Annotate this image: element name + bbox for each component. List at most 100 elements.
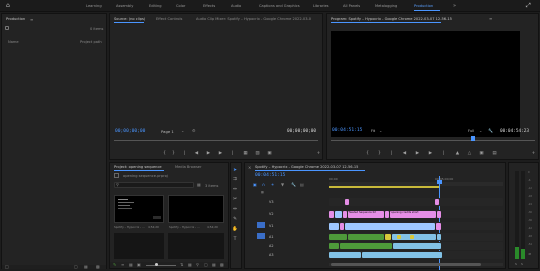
name-column-header[interactable]: Name (8, 40, 19, 44)
trash-icon[interactable]: ▩ (96, 264, 100, 269)
track-label-a1[interactable]: A1 (269, 235, 273, 239)
effect-controls-tab[interactable]: Effect Controls (156, 17, 182, 21)
source-patch-v1[interactable] (257, 222, 265, 228)
track-label-a2[interactable]: A2 (269, 244, 273, 248)
wrench-icon[interactable]: 🔧 (488, 128, 493, 133)
workspace-captions[interactable]: Captions and Graphics (259, 4, 300, 8)
timeline-clip[interactable] (436, 223, 441, 230)
type-tool-icon[interactable]: T (232, 237, 238, 243)
nested-sequence-clip[interactable]: Nested Sequence 02 (348, 211, 384, 218)
ripple-edit-tool-icon[interactable]: ↔ (232, 187, 238, 193)
workspace-production[interactable]: Production (414, 4, 433, 8)
workspace-learning[interactable]: Learning (86, 4, 102, 8)
sequence-tab[interactable]: Spotify – Hypocrix - Google Chrome 2022-… (255, 165, 405, 169)
folder-icon[interactable]: ▢ (204, 262, 208, 267)
audio-clip[interactable] (362, 252, 442, 258)
more-workspaces-icon[interactable]: » (453, 3, 456, 9)
fit-dropdown[interactable]: Fit (371, 129, 375, 133)
chevron-down-icon[interactable]: ⌄ (379, 128, 382, 133)
clip-thumbnail-4[interactable] (168, 233, 224, 259)
timeline-clip[interactable] (340, 223, 344, 230)
quality-dropdown[interactable]: Full (468, 129, 474, 133)
go-to-out-icon[interactable]: | (441, 151, 446, 156)
go-to-out-icon[interactable]: | (230, 151, 235, 156)
step-forward-icon[interactable]: ▶ (218, 151, 223, 156)
track-select-tool-icon[interactable]: ⇉ (232, 177, 238, 183)
project-path-header[interactable]: Project path (80, 40, 102, 44)
settings-icon[interactable]: ⚙ (192, 128, 196, 133)
pencil-icon[interactable]: ✎ (113, 262, 116, 267)
linked-selection-icon[interactable]: ⚭ (271, 182, 274, 187)
add-button-icon[interactable]: + (316, 151, 321, 156)
timeline-clip[interactable] (343, 211, 347, 218)
new-project-icon[interactable] (5, 26, 9, 30)
audio-clip[interactable] (340, 243, 392, 249)
wrench-icon[interactable]: 🔧 (291, 182, 296, 187)
snap-icon[interactable]: ∩ (262, 182, 265, 187)
go-to-in-icon[interactable]: | (182, 151, 187, 156)
sort-icon[interactable]: ⇅ (180, 262, 183, 267)
chevron-down-icon[interactable]: ⌄ (479, 128, 482, 133)
opening-credits-clip[interactable]: opening credits short (390, 211, 436, 218)
track-label-v2[interactable]: V2 (269, 212, 273, 216)
program-scrub-bar[interactable] (331, 140, 535, 141)
workspace-libraries[interactable]: Libraries (313, 4, 329, 8)
program-timecode-current[interactable]: 00:04:51:15 (332, 128, 362, 133)
workspace-assembly[interactable]: Assembly (116, 4, 133, 8)
hand-tool-icon[interactable]: ✋ (232, 227, 238, 233)
add-button-icon[interactable]: + (531, 151, 536, 156)
audio-clip-marker[interactable] (410, 235, 414, 239)
workspace-color[interactable]: Color (176, 4, 185, 8)
mark-out-icon[interactable]: } (171, 151, 176, 156)
audio-clip[interactable] (329, 243, 339, 249)
close-icon[interactable]: × (248, 165, 251, 170)
lock-icon[interactable]: □ (5, 264, 9, 269)
mark-in-icon[interactable]: { (162, 151, 167, 156)
program-video-frame[interactable] (331, 31, 520, 137)
workspace-all-panels[interactable]: All Panels (343, 4, 360, 8)
insert-icon[interactable]: ▦ (243, 151, 248, 156)
list-view-icon[interactable]: ≡ (121, 262, 124, 267)
lift-icon[interactable]: ▲ (455, 151, 460, 156)
audio-clip-mixer-tab[interactable]: Audio Clip Mixer: Spotify – Hypocrix - G… (196, 17, 322, 21)
export-frame-icon[interactable]: ▣ (267, 151, 272, 156)
solo-left-icon[interactable]: S (515, 262, 517, 266)
extract-icon[interactable]: △ (467, 151, 472, 156)
filter-icon[interactable]: ▦ (197, 182, 201, 187)
audio-clip[interactable] (385, 234, 391, 240)
source-tab[interactable]: Source: (no clips) (114, 17, 145, 21)
audio-clip[interactable] (437, 234, 441, 240)
razor-tool-icon[interactable]: ✂ (232, 197, 238, 203)
timeline-timecode[interactable]: 00:04:51:15 (255, 173, 285, 178)
insert-nest-icon[interactable]: ▣ (253, 182, 257, 187)
source-timecode-current[interactable]: 00;00;00;00 (115, 129, 145, 134)
audio-clip[interactable] (348, 234, 384, 240)
timeline-clip[interactable] (329, 223, 339, 230)
slip-tool-icon[interactable]: ⇔ (232, 207, 238, 213)
step-back-icon[interactable]: ◀ (402, 151, 407, 156)
clip-thumbnail-3[interactable] (114, 233, 164, 259)
add-marker-icon[interactable]: ▼ (281, 182, 284, 187)
work-area-bar[interactable] (329, 186, 439, 188)
track-label-v3[interactable]: V3 (269, 200, 273, 204)
automate-icon[interactable]: ▦ (188, 262, 192, 267)
workspace-audio[interactable]: Audio (231, 4, 241, 8)
mark-out-icon[interactable]: } (377, 151, 382, 156)
audio-clip[interactable] (393, 243, 441, 249)
audio-clip[interactable] (329, 234, 347, 240)
program-menu-icon[interactable]: ≡ (489, 16, 492, 21)
comparison-view-icon[interactable]: ▤ (492, 151, 497, 156)
selection-tool-icon[interactable]: ➤ (232, 168, 238, 174)
audio-clip[interactable] (329, 252, 361, 258)
fullscreen-icon[interactable]: ⤢ (526, 2, 531, 10)
captions-icon[interactable]: ▤ (300, 182, 304, 187)
project-search-input[interactable] (114, 182, 194, 188)
timeline-clip[interactable] (385, 211, 389, 218)
timeline-clip[interactable] (437, 211, 441, 218)
pen-tool-icon[interactable]: ✎ (232, 217, 238, 223)
workspace-metalogging[interactable]: Metalogging (375, 4, 397, 8)
new-item-icon[interactable]: ▦ (84, 264, 88, 269)
play-icon[interactable]: ▶ (415, 151, 420, 156)
export-frame-icon[interactable]: ▣ (479, 151, 484, 156)
overwrite-icon[interactable]: ▧ (255, 151, 260, 156)
